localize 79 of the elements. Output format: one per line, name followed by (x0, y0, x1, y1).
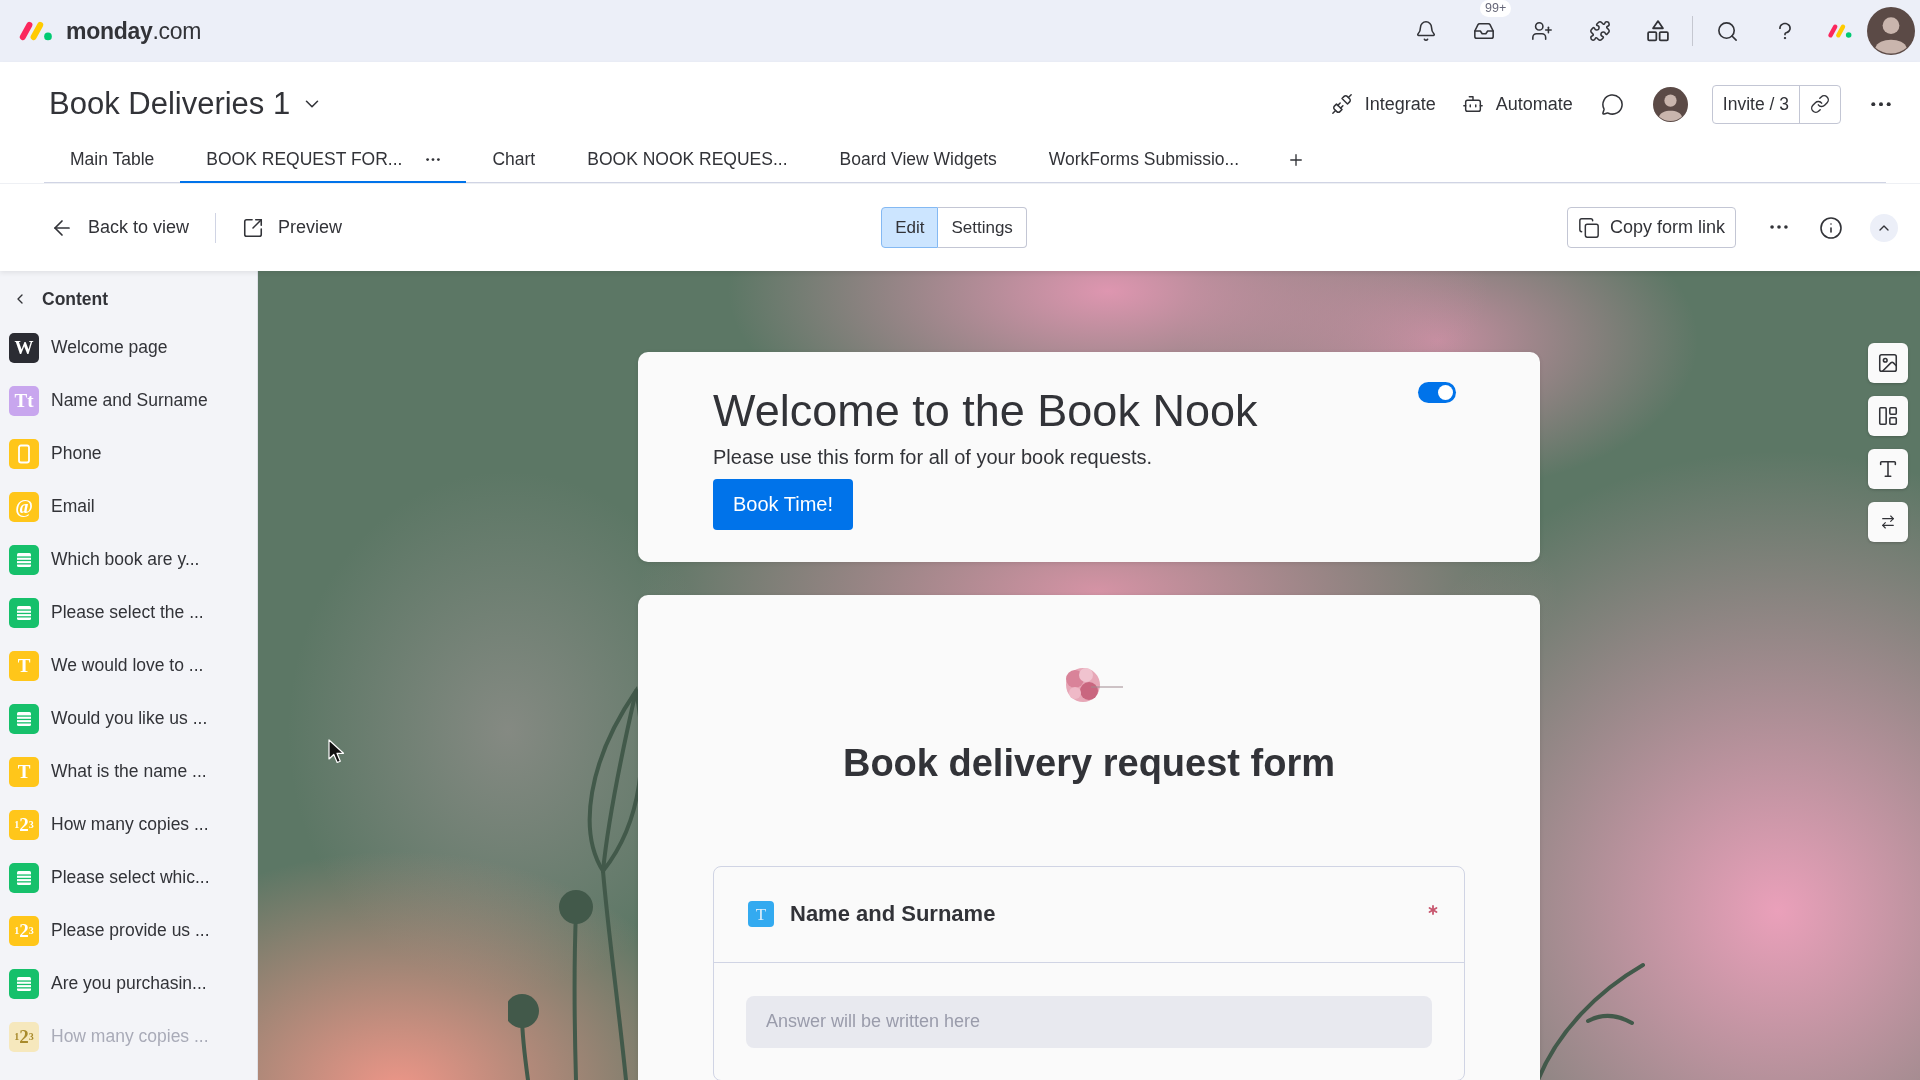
mode-toggle-button[interactable]: Settings (938, 207, 1027, 248)
swap-button[interactable] (1868, 502, 1908, 542)
text-icon (1877, 458, 1899, 480)
w-letter-icon: W (9, 332, 39, 363)
list-icon (9, 703, 39, 734)
shapes-icon (1647, 20, 1669, 42)
start-button[interactable]: Book Time! (713, 479, 854, 530)
integrate-button[interactable]: Integrate (1330, 93, 1436, 115)
welcome-text: Please use this form for all of your book requests. (713, 445, 1153, 469)
puzzle-icon (1589, 20, 1611, 42)
t-letter-icon: T (748, 901, 774, 928)
welcome-title: Welcome to the Book Nook (713, 384, 1258, 438)
user-avatar[interactable] (1867, 7, 1915, 55)
text-style-button[interactable] (1868, 449, 1908, 489)
more-icon (1871, 101, 1891, 107)
view-tab[interactable]: BOOK NOOK REQUES... (561, 138, 814, 183)
stripes-logo-icon (1827, 23, 1853, 39)
person-plus-icon (1531, 20, 1553, 42)
speech-bubble-icon (1601, 92, 1625, 116)
link-icon (1810, 94, 1830, 114)
back-to-view-button[interactable]: Back to view (50, 211, 190, 244)
brand-name: monday.com (66, 17, 202, 45)
preview-button[interactable]: Preview (242, 212, 343, 243)
add-image-button[interactable] (1868, 343, 1908, 383)
view-tab[interactable]: Board View Widgets (813, 138, 1023, 183)
bell-icon (1415, 20, 1437, 42)
robot-icon (1461, 93, 1484, 115)
layout-button[interactable] (1868, 396, 1908, 436)
user-avatar[interactable] (1652, 86, 1688, 122)
mouse-cursor-icon (328, 739, 345, 764)
inbox-count-badge: 99+ (1480, 0, 1512, 17)
view-tab[interactable]: BOOK REQUEST FOR... (180, 138, 467, 183)
info-icon (1819, 215, 1843, 240)
more-icon (1770, 225, 1788, 230)
content-item[interactable]: Which book are y... (0, 533, 257, 586)
content-item[interactable]: Are you purchasin... (0, 957, 257, 1010)
t-letter-icon: T (9, 650, 39, 681)
sidebar-title: Content (42, 288, 109, 310)
swap-arrows-icon (1880, 514, 1896, 530)
content-item[interactable]: Please select the ... (0, 586, 257, 639)
content-item[interactable]: Would you like us ... (0, 692, 257, 745)
image-icon (1877, 352, 1899, 374)
tt-letters-icon: Tt (9, 385, 39, 416)
search-icon (1715, 19, 1739, 43)
more-icon (426, 157, 441, 162)
phone-icon (9, 438, 39, 469)
list-icon (9, 862, 39, 893)
inbox-icon (1473, 20, 1495, 42)
copy-icon (1577, 216, 1600, 239)
question-label: Name and Surname (790, 901, 996, 928)
mode-toggle-button[interactable]: Edit (881, 207, 939, 248)
list-icon (9, 597, 39, 628)
content-item[interactable]: Please select whic... (0, 851, 257, 904)
view-tab[interactable]: Chart (466, 138, 562, 183)
content-item[interactable]: Phone (0, 427, 257, 480)
at-sign-icon: @ (9, 491, 39, 522)
external-link-icon (242, 216, 265, 239)
stripes-logo-icon (18, 20, 54, 42)
copy-form-link-button[interactable]: Copy form link (1566, 207, 1736, 248)
layout-icon (1877, 405, 1899, 427)
form-title: Book delivery request form (842, 741, 1335, 786)
list-icon (9, 968, 39, 999)
content-item[interactable]: T We would love to ... (0, 639, 257, 692)
board-title: Book Deliveries 1 (49, 85, 291, 123)
automate-button[interactable]: Automate (1461, 93, 1573, 115)
collapse-button[interactable] (1870, 213, 1898, 242)
content-item[interactable]: W Welcome page (0, 321, 257, 374)
view-tab[interactable]: Main Table (44, 138, 181, 183)
info-button[interactable] (1818, 214, 1844, 241)
invite-button[interactable]: Invite / 3 (1712, 85, 1800, 123)
visibility-toggle[interactable] (1418, 382, 1456, 403)
content-item[interactable]: T What is the name ... (0, 745, 257, 798)
answer-field[interactable]: Answer will be written here (746, 995, 1432, 1048)
content-item[interactable]: Tt Name and Surname (0, 374, 257, 427)
list-icon (9, 544, 39, 575)
t-letter-icon: T (9, 756, 39, 787)
view-tab[interactable]: WorkForms Submissio... (1022, 138, 1266, 183)
plug-icon (1330, 93, 1353, 115)
content-item[interactable]: @ Email (0, 480, 257, 533)
